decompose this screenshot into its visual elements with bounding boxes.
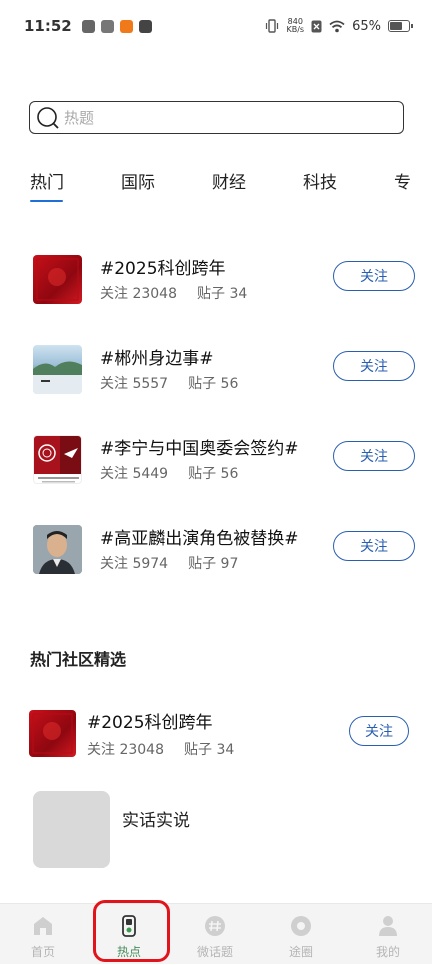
- community-card-image[interactable]: [33, 791, 110, 868]
- hot-icon: [122, 915, 136, 937]
- red-banner-image: [36, 258, 79, 301]
- network-speed: 840 KB/s: [286, 18, 304, 34]
- topic-thumbnail: [33, 345, 82, 394]
- follow-button[interactable]: 关注: [333, 261, 415, 291]
- status-right: 840 KB/s 65%: [265, 18, 413, 34]
- nav-micro-topic[interactable]: 微话题: [172, 904, 258, 965]
- topic-posts: 贴子 56: [188, 376, 239, 392]
- nav-hot[interactable]: 热点: [86, 904, 172, 965]
- topic-meta: 关注 5449 贴子 56: [100, 463, 238, 483]
- home-icon: [34, 917, 52, 935]
- topic-meta: 关注 23048 贴子 34: [100, 283, 247, 303]
- topic-thumbnail: [33, 435, 82, 484]
- battery-percent: 65%: [352, 18, 381, 34]
- topic-followers: 关注 23048: [100, 286, 177, 302]
- topic-meta: 关注 5974 贴子 97: [100, 553, 238, 573]
- nav-label: 途圈: [288, 945, 313, 959]
- status-time: 11:52: [24, 17, 72, 35]
- tab-active-indicator: [30, 200, 63, 202]
- network-speed-unit: KB/s: [286, 25, 305, 34]
- community-thumbnail: [29, 710, 76, 757]
- battery-icon: [388, 20, 413, 32]
- app-notification-icon: [81, 19, 95, 33]
- nav-label: 我的: [375, 945, 400, 959]
- search-icon: [37, 106, 59, 129]
- lake-landscape-image: [33, 361, 82, 394]
- sim-icon: [311, 20, 322, 32]
- section-title: 热门社区精选: [30, 650, 127, 669]
- topic-title: #李宁与中国奥委会签约#: [100, 439, 299, 459]
- topic-item[interactable]: #高亚麟出演角色被替换# 关注 5974 贴子 97 关注: [0, 518, 432, 578]
- app-notification-icon: [119, 19, 133, 33]
- featured-community-item[interactable]: #2025科创跨年 关注 23048 贴子 34 关注: [0, 704, 432, 764]
- search-placeholder: 热题: [64, 109, 95, 127]
- topic-item[interactable]: #李宁与中国奥委会签约# 关注 5449 贴子 56 关注: [0, 428, 432, 488]
- tab-technology[interactable]: 科技: [303, 168, 337, 193]
- bottom-nav: 首页 热点 微话题 途圈 我的: [0, 903, 432, 964]
- topic-thumbnail: [33, 255, 82, 304]
- search-input[interactable]: 热题: [29, 101, 404, 134]
- red-banner-image: [32, 713, 73, 754]
- wifi-icon: [329, 20, 345, 32]
- tab-more[interactable]: 专: [394, 168, 411, 193]
- circle-icon: [291, 916, 311, 936]
- topic-meta: 关注 5557 贴子 56: [100, 373, 238, 393]
- topic-followers: 关注 5449: [100, 466, 169, 482]
- tab-finance[interactable]: 财经: [212, 168, 246, 193]
- vibrate-icon: [266, 19, 279, 33]
- follow-button[interactable]: 关注: [333, 531, 415, 561]
- topic-item[interactable]: #2025科创跨年 关注 23048 贴子 34 关注: [0, 248, 432, 308]
- community-followers: 关注 23048: [87, 742, 164, 758]
- topic-followers: 关注 5557: [100, 376, 169, 392]
- tab-hot[interactable]: 热门: [30, 168, 64, 193]
- nav-label: 首页: [30, 945, 55, 959]
- topic-posts: 贴子 34: [197, 286, 248, 302]
- hashtag-icon: [205, 916, 225, 936]
- topic-item[interactable]: #郴州身边事# 关注 5557 贴子 56 关注: [0, 338, 432, 398]
- status-left: 11:52: [24, 17, 152, 35]
- follow-button[interactable]: 关注: [349, 716, 409, 746]
- person-photo-image: [33, 525, 82, 574]
- nav-circle[interactable]: 途圈: [258, 904, 344, 965]
- topic-title: #郴州身边事#: [100, 349, 214, 369]
- community-posts: 贴子 34: [184, 742, 235, 758]
- nav-label: 微话题: [196, 945, 233, 959]
- community-title: #2025科创跨年: [87, 713, 213, 733]
- topic-followers: 关注 5974: [100, 556, 169, 572]
- community-card-label[interactable]: 实话实说: [122, 806, 190, 831]
- topic-title: #高亚麟出演角色被替换#: [100, 529, 299, 549]
- category-tabs: 热门 国际 财经 科技 专: [0, 160, 432, 204]
- nav-home[interactable]: 首页: [0, 904, 86, 965]
- app-notification-icon: [138, 19, 152, 33]
- app-notification-icon: [100, 19, 114, 33]
- follow-button[interactable]: 关注: [333, 441, 415, 471]
- nav-label: 热点: [116, 945, 141, 959]
- topic-title: #2025科创跨年: [100, 259, 226, 279]
- follow-button[interactable]: 关注: [333, 351, 415, 381]
- tab-international[interactable]: 国际: [121, 168, 155, 193]
- status-bar: 11:52 840 KB/s 65%: [0, 0, 432, 52]
- profile-icon: [379, 916, 397, 936]
- community-meta: 关注 23048 贴子 34: [87, 739, 234, 759]
- nav-profile[interactable]: 我的: [345, 904, 431, 965]
- topic-thumbnail: [33, 525, 82, 574]
- topic-posts: 贴子 56: [188, 466, 239, 482]
- topic-posts: 贴子 97: [188, 556, 239, 572]
- olympic-logo-image: [34, 436, 81, 483]
